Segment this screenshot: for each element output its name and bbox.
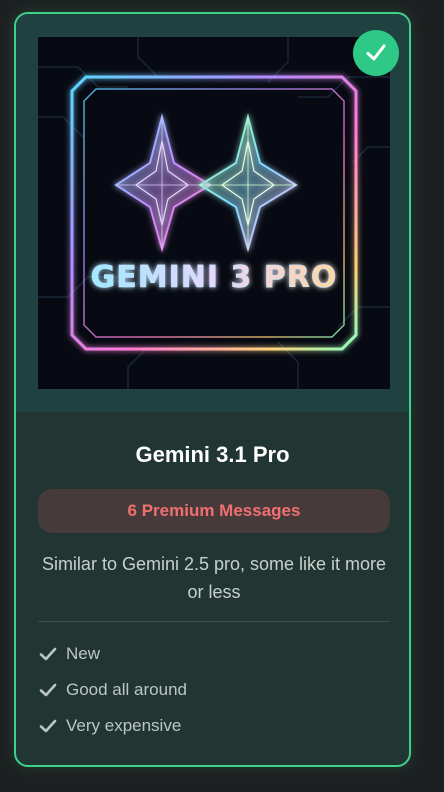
feature-item: New — [38, 636, 187, 672]
checkmark-icon — [38, 680, 58, 700]
feature-item: Good all around — [38, 672, 187, 708]
divider — [38, 621, 390, 622]
model-description: Similar to Gemini 2.5 pro, some like it … — [41, 554, 387, 602]
model-artwork-panel: GEMINI 3 PRO — [16, 14, 409, 412]
model-artwork: GEMINI 3 PRO — [38, 37, 390, 389]
artwork-title-text: GEMINI 3 PRO — [91, 260, 338, 295]
cost-badge-label: 6 Premium Messages — [127, 501, 301, 520]
feature-label: Good all around — [66, 680, 187, 699]
checkmark-icon — [38, 716, 58, 736]
feature-item: Very expensive — [38, 708, 187, 744]
selected-check-badge — [353, 30, 399, 76]
checkmark-icon — [366, 44, 386, 61]
feature-list: New Good all around Very expensive — [38, 636, 187, 744]
model-title: Gemini 3.1 Pro — [135, 442, 290, 467]
model-card[interactable]: GEMINI 3 PRO Gemini 3.1 Pro 6 Premium Me… — [14, 12, 411, 767]
cost-badge: 6 Premium Messages — [38, 489, 390, 533]
feature-label: Very expensive — [66, 716, 182, 735]
checkmark-icon — [38, 644, 58, 664]
feature-label: New — [66, 644, 101, 663]
